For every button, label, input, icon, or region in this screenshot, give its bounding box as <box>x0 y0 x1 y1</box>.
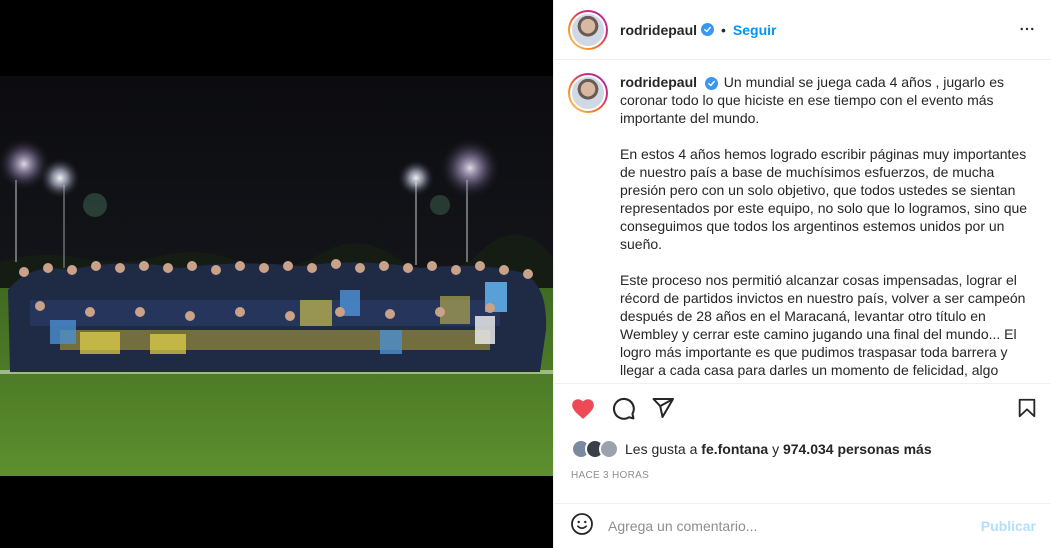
post-header: rodridepaul • Seguir <box>554 0 1051 60</box>
likes-summary: Les gusta a fe.fontana y 974.034 persona… <box>571 438 932 460</box>
liker-avatar[interactable] <box>599 439 619 459</box>
likes-connector: y <box>772 441 780 457</box>
caption-paragraph-3: Este proceso nos permitió alcanzar cosas… <box>620 272 1026 378</box>
verified-badge-icon <box>704 77 718 90</box>
heart-filled-icon[interactable] <box>570 396 596 427</box>
bookmark-icon[interactable] <box>1016 396 1038 425</box>
more-options-icon[interactable] <box>1018 20 1036 43</box>
avatar-image <box>570 11 606 48</box>
caption-paragraph-1: rodridepaul Un mundial se juega cada 4 a… <box>620 73 1028 127</box>
action-bar <box>554 383 1051 433</box>
emoji-icon[interactable] <box>570 512 594 541</box>
team-photo <box>0 0 553 548</box>
instagram-post-modal: rodridepaul • Seguir rodridepaul Un mund… <box>0 0 1051 548</box>
publish-button[interactable]: Publicar <box>981 518 1036 534</box>
comment-input[interactable] <box>608 518 981 534</box>
likes-count-link[interactable]: 974.034 personas más <box>783 441 932 457</box>
players-group <box>8 259 547 372</box>
follow-button[interactable]: Seguir <box>733 22 777 38</box>
header-username[interactable]: rodridepaul <box>620 22 697 38</box>
caption-avatar-image <box>570 75 606 111</box>
post-side-panel: rodridepaul • Seguir rodridepaul Un mund… <box>553 0 1051 548</box>
caption-container: rodridepaul Un mundial se juega cada 4 a… <box>554 61 1051 383</box>
comment-icon[interactable] <box>611 396 636 426</box>
likes-text: Les gusta a fe.fontana y 974.034 persona… <box>625 441 932 457</box>
post-timestamp[interactable]: HACE 3 HORAS <box>571 470 649 481</box>
caption-avatar[interactable] <box>568 73 608 113</box>
likes-prefix: Les gusta a <box>625 441 698 457</box>
caption-paragraph-2: En estos 4 años hemos logrado escribir p… <box>620 146 1028 252</box>
comment-bar: Publicar <box>554 503 1051 548</box>
paper-plane-icon[interactable] <box>651 396 675 425</box>
separator-dot: • <box>721 21 726 38</box>
caption-username[interactable]: rodridepaul <box>620 74 697 90</box>
avatar[interactable] <box>568 9 608 50</box>
likes-user-link[interactable]: fe.fontana <box>701 441 768 457</box>
caption-text: rodridepaul Un mundial se juega cada 4 a… <box>620 73 1028 383</box>
post-image[interactable] <box>0 0 553 548</box>
verified-badge-icon <box>701 23 715 36</box>
